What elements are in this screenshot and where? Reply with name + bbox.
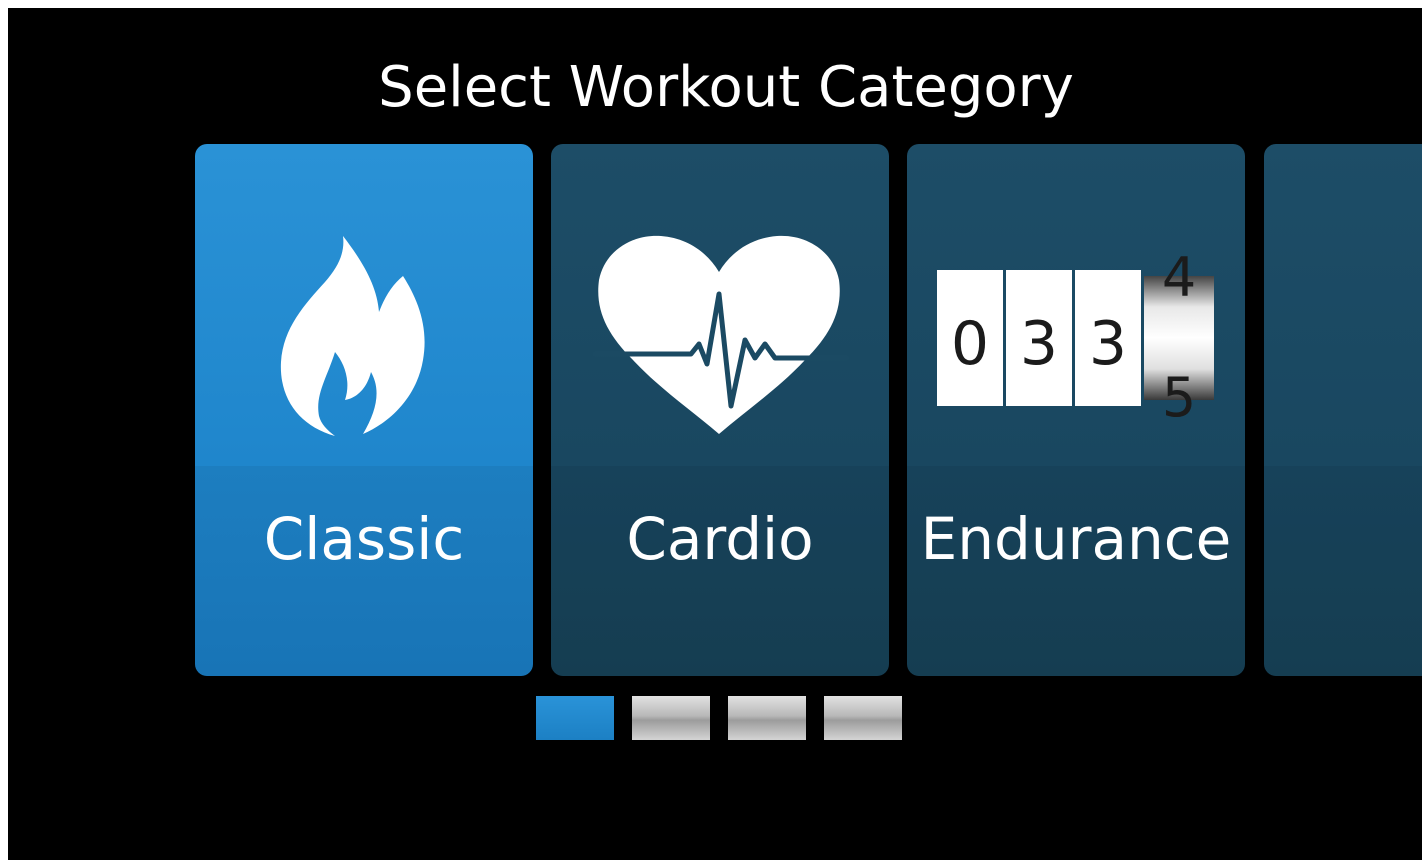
odometer-digit: 3 bbox=[1089, 309, 1127, 379]
odometer-rolling-digit: 4 bbox=[1162, 246, 1196, 309]
page-indicator-4[interactable] bbox=[824, 696, 902, 740]
category-card-endurance[interactable]: 0 3 3 4 5 Endurance bbox=[907, 144, 1245, 676]
flame-icon bbox=[280, 236, 425, 436]
odometer-digit: 0 bbox=[951, 309, 989, 379]
page-indicator-1[interactable] bbox=[536, 696, 614, 740]
odometer-digit: 3 bbox=[1020, 309, 1058, 379]
card-footer-shade bbox=[1264, 466, 1422, 676]
odometer-icon: 0 3 3 4 5 bbox=[937, 246, 1214, 429]
category-card-next[interactable] bbox=[1264, 144, 1422, 676]
odometer-rolling-digit: 5 bbox=[1162, 366, 1196, 429]
workout-category-screen: Select Workout Category Classic Cardio 0… bbox=[8, 8, 1422, 860]
category-label: Cardio bbox=[626, 505, 814, 573]
category-label: Classic bbox=[263, 505, 465, 573]
page-title: Select Workout Category bbox=[378, 55, 1074, 120]
page-indicator-2[interactable] bbox=[632, 696, 710, 740]
page-indicator-3[interactable] bbox=[728, 696, 806, 740]
heart-pulse-icon bbox=[592, 235, 850, 434]
category-card-cardio[interactable]: Cardio bbox=[551, 144, 889, 676]
category-card-classic[interactable]: Classic bbox=[195, 144, 533, 676]
category-label: Endurance bbox=[920, 505, 1232, 573]
